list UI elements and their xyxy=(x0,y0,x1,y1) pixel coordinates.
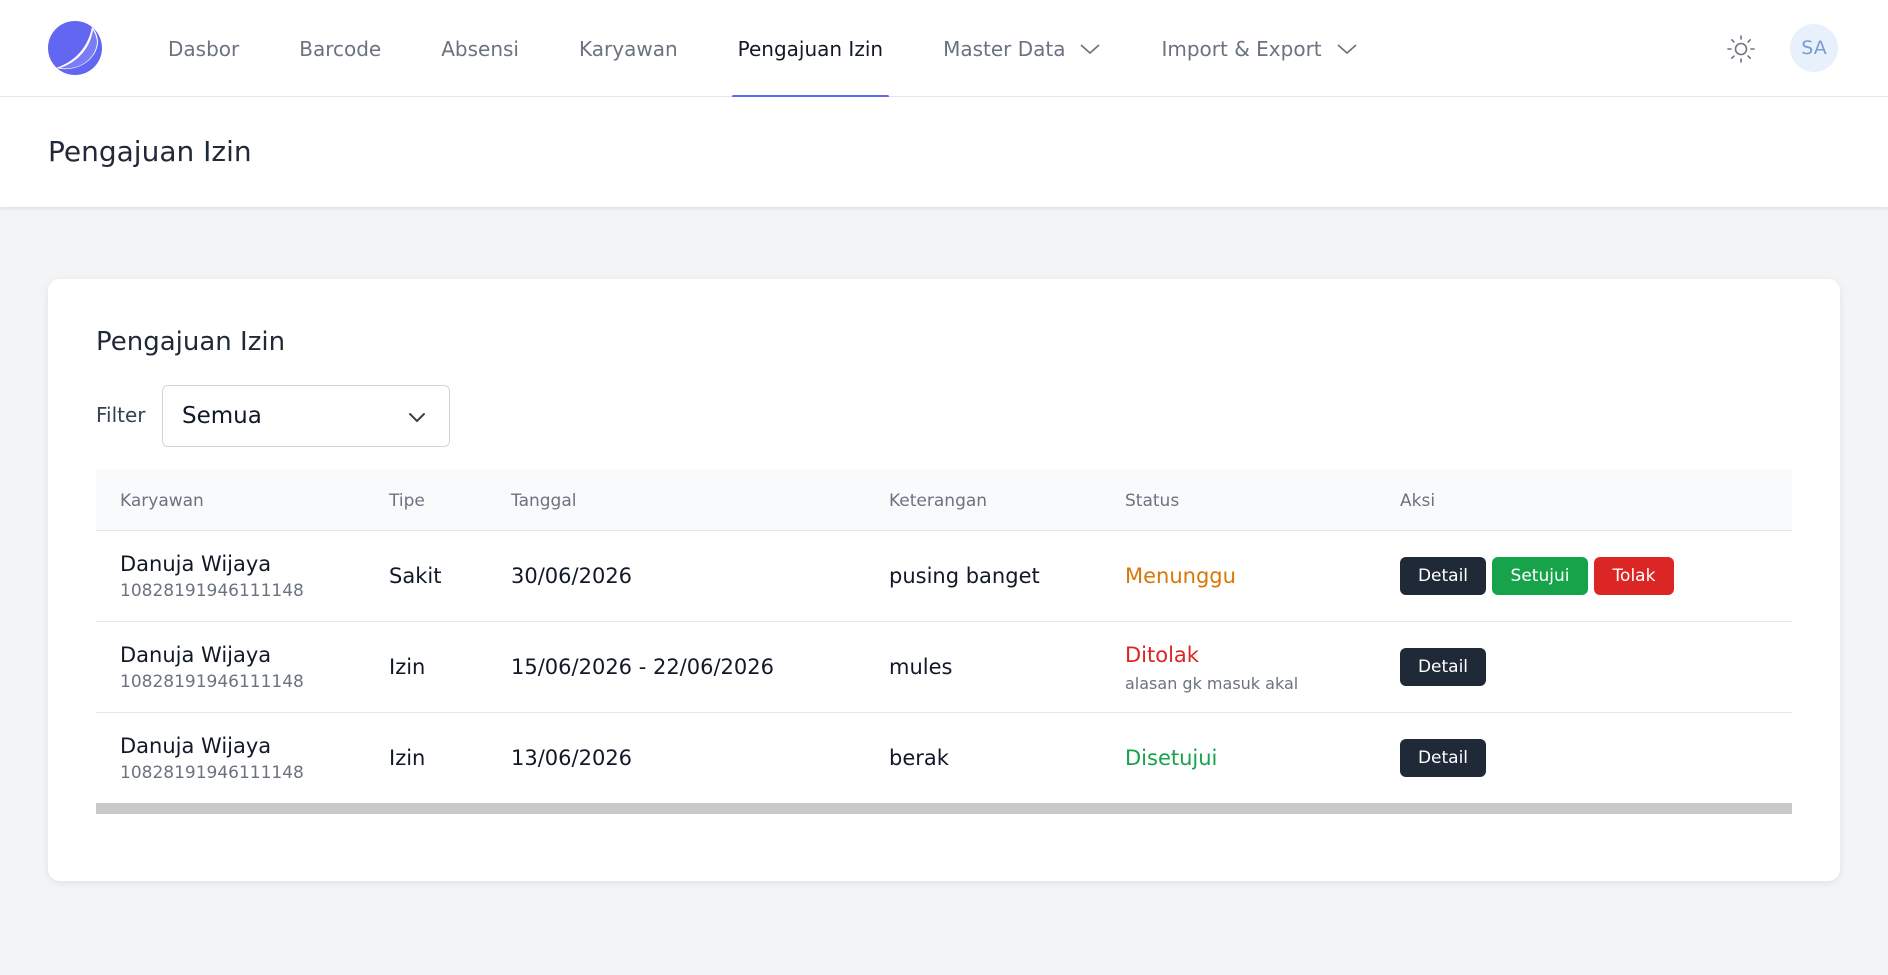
approve-button[interactable]: Setujui xyxy=(1492,557,1588,595)
nav-item-label: Barcode xyxy=(299,36,382,61)
sun-icon[interactable] xyxy=(1726,34,1756,64)
nav-item-label: Pengajuan Izin xyxy=(737,36,884,61)
column-header-keterangan: Keterangan xyxy=(889,491,988,511)
leave-date: 30/06/2026 xyxy=(511,564,633,588)
leave-requests-card: Pengajuan Izin Filter Semua Karyawan Tip… xyxy=(48,279,1840,881)
card-title: Pengajuan Izin xyxy=(96,327,286,357)
column-header-status: Status xyxy=(1125,491,1180,511)
employee-id: 10828191946111148 xyxy=(120,581,304,601)
employee-id: 10828191946111148 xyxy=(120,763,304,783)
table-row: Danuja Wijaya 10828191946111148 Izin 15/… xyxy=(96,622,1792,713)
employee-name: Danuja Wijaya xyxy=(120,552,272,576)
nav-item-karyawan[interactable]: Karyawan xyxy=(579,0,678,97)
nav-item-label: Import & Export xyxy=(1161,36,1322,61)
status-badge: Disetujui xyxy=(1125,746,1218,770)
nav-item-label: Master Data xyxy=(943,36,1066,61)
nav-item-dasbor[interactable]: Dasbor xyxy=(168,0,239,97)
nav-item-label: Dasbor xyxy=(168,36,240,61)
leave-note: berak xyxy=(889,746,949,770)
reject-button[interactable]: Tolak xyxy=(1594,557,1674,595)
detail-button[interactable]: Detail xyxy=(1400,557,1486,595)
chevron-down-icon xyxy=(409,413,425,422)
leave-date: 15/06/2026 - 22/06/2026 xyxy=(511,655,775,679)
leave-note: pusing banget xyxy=(889,564,1040,588)
table-row: Danuja Wijaya 10828191946111148 Izin 13/… xyxy=(96,713,1792,804)
nav-item-barcode[interactable]: Barcode xyxy=(299,0,381,97)
status-reason: alasan gk masuk akal xyxy=(1125,674,1299,693)
status-badge: Ditolak xyxy=(1125,643,1199,667)
chevron-down-icon xyxy=(1337,43,1357,54)
leave-date: 13/06/2026 xyxy=(511,746,633,770)
nav-item-label: Absensi xyxy=(441,36,519,61)
leave-type: Izin xyxy=(389,746,426,770)
column-header-tipe: Tipe xyxy=(389,491,425,511)
employee-name: Danuja Wijaya xyxy=(120,734,272,758)
table-row: Danuja Wijaya 10828191946111148 Sakit 30… xyxy=(96,531,1792,622)
app-logo[interactable] xyxy=(48,21,102,75)
nav-item-label: Karyawan xyxy=(579,36,678,61)
nav-item-absensi[interactable]: Absensi xyxy=(441,0,519,97)
employee-name: Danuja Wijaya xyxy=(120,643,272,667)
employee-id: 10828191946111148 xyxy=(120,672,304,692)
status-badge: Menunggu xyxy=(1125,564,1236,588)
column-header-aksi: Aksi xyxy=(1400,491,1436,511)
table-header: Karyawan Tipe Tanggal Keterangan Status … xyxy=(96,470,1792,531)
detail-button[interactable]: Detail xyxy=(1400,648,1486,686)
user-avatar[interactable]: SA xyxy=(1790,24,1838,72)
detail-button[interactable]: Detail xyxy=(1400,739,1486,777)
page-title: Pengajuan Izin xyxy=(48,135,252,168)
column-header-tanggal: Tanggal xyxy=(511,491,577,511)
nav-menu: Dasbor Barcode Absensi Karyawan Pengajua… xyxy=(168,0,1358,98)
nav-item-master-data[interactable]: Master Data xyxy=(943,0,1101,97)
filter-select-value: Semua xyxy=(182,403,262,429)
leave-requests-table: Karyawan Tipe Tanggal Keterangan Status … xyxy=(96,470,1792,804)
leave-type: Izin xyxy=(389,655,426,679)
filter-select[interactable]: Semua xyxy=(162,385,450,447)
chevron-down-icon xyxy=(1080,43,1101,54)
nav-item-pengajuan-izin[interactable]: Pengajuan Izin xyxy=(731,0,890,98)
nav-item-import-export[interactable]: Import & Export xyxy=(1161,0,1357,97)
leave-note: mules xyxy=(889,655,953,679)
horizontal-scrollbar[interactable] xyxy=(96,803,1792,814)
page-header: Pengajuan Izin xyxy=(0,97,1888,207)
top-navbar: Dasbor Barcode Absensi Karyawan Pengajua… xyxy=(0,0,1888,98)
column-header-karyawan: Karyawan xyxy=(120,491,204,511)
filter-label: Filter xyxy=(96,403,146,427)
leave-type: Sakit xyxy=(389,564,442,588)
